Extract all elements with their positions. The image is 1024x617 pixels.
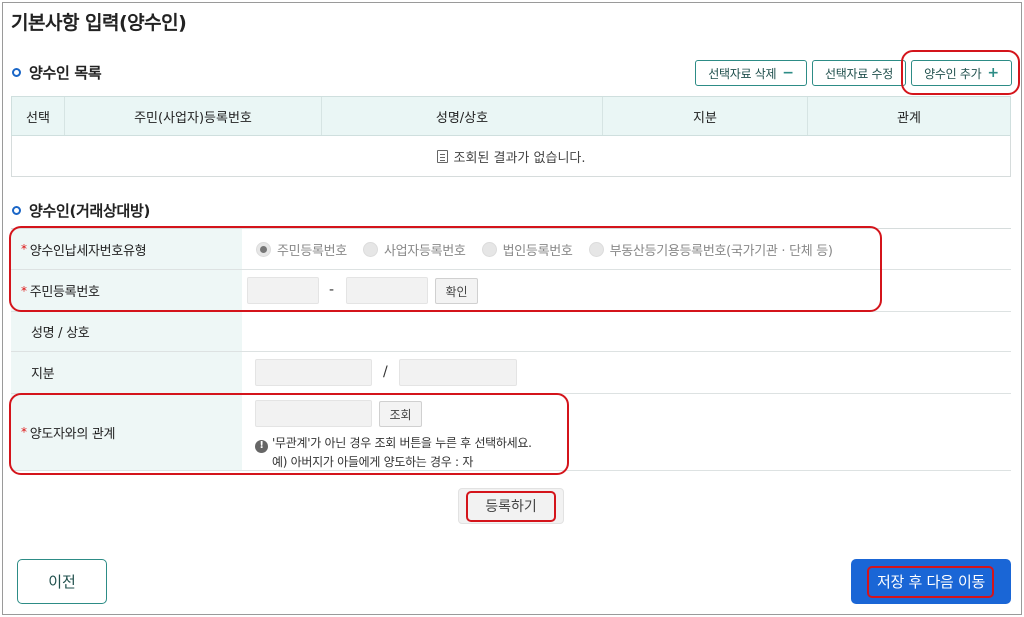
relation-label: * 양도자와의 관계 xyxy=(11,394,242,470)
id-separator: - xyxy=(329,282,335,298)
radio-business[interactable]: 사업자등록번호 xyxy=(362,240,466,259)
relation-row: * 양도자와의 관계 조회 ! '무관계'가 아닌 경우 조회 버튼을 누른 후 … xyxy=(11,394,1011,471)
radio-resident[interactable]: 주민등록번호 xyxy=(256,240,347,259)
relation-notice: ! '무관계'가 아닌 경우 조회 버튼을 누른 후 선택하세요. 예) 아버지가… xyxy=(255,434,532,471)
type-label: * 양수인납세자번호유형 xyxy=(11,229,242,269)
form-section-title: 양수인(거래상대방) xyxy=(12,200,150,221)
relation-search-button[interactable]: 조회 xyxy=(379,401,422,427)
section-bullet-icon xyxy=(12,206,21,215)
page-title: 기본사항 입력(양수인) xyxy=(11,12,187,34)
delete-selected-button[interactable]: 선택자료 삭제 − xyxy=(695,60,807,86)
name-label: 성명 / 상호 xyxy=(11,312,242,351)
column-header-name[interactable]: 성명/상호 xyxy=(322,97,603,135)
name-row: 성명 / 상호 xyxy=(11,312,1011,352)
radio-real-estate[interactable]: 부동산등기용등록번호(국가기관 · 단체 등) xyxy=(588,240,833,259)
prev-button[interactable]: 이전 xyxy=(17,559,107,604)
list-section-label: 양수인 목록 xyxy=(29,64,102,82)
notice-line-1: '무관계'가 아닌 경우 조회 버튼을 누른 후 선택하세요. xyxy=(272,436,532,450)
empty-message: 조회된 결과가 없습니다. xyxy=(453,150,586,166)
share-label: 지분 xyxy=(11,352,242,393)
list-empty-row: 조회된 결과가 없습니다. xyxy=(11,136,1011,177)
minus-icon: − xyxy=(782,65,794,81)
save-next-button[interactable]: 저장 후 다음 이동 xyxy=(851,559,1011,604)
radio-dot-selected xyxy=(256,241,271,257)
delete-selected-label: 선택자료 삭제 xyxy=(708,66,777,81)
share-inputs: / xyxy=(242,352,1011,393)
required-mark: * xyxy=(21,242,27,256)
share-denominator-input[interactable] xyxy=(399,359,517,386)
add-transferee-button[interactable]: 양수인 추가 + xyxy=(911,60,1012,86)
share-row: 지분 / xyxy=(11,352,1011,394)
list-section-title: 양수인 목록 xyxy=(12,62,102,83)
edit-selected-label: 선택자료 수정 xyxy=(825,66,893,81)
name-value xyxy=(242,312,1011,351)
share-numerator-input[interactable] xyxy=(255,359,372,386)
transferee-form: * 양수인납세자번호유형 주민등록번호 사업자등록번호 법인등록번호 부동산등기… xyxy=(11,228,1011,471)
column-header-relation[interactable]: 관계 xyxy=(808,97,1010,135)
required-mark: * xyxy=(21,425,27,439)
column-header-id[interactable]: 주민(사업자)등록번호 xyxy=(65,97,322,135)
plus-icon: + xyxy=(987,65,999,81)
id-front-input[interactable] xyxy=(247,277,319,304)
list-table-header: 선택 주민(사업자)등록번호 성명/상호 지분 관계 xyxy=(11,96,1011,136)
share-separator: / xyxy=(383,364,388,380)
id-back-input[interactable] xyxy=(346,277,428,304)
radio-dot xyxy=(588,241,604,257)
column-header-select[interactable]: 선택 xyxy=(12,97,65,135)
form-section-label: 양수인(거래상대방) xyxy=(29,202,151,220)
radio-dot xyxy=(481,241,497,257)
type-options: 주민등록번호 사업자등록번호 법인등록번호 부동산등기용등록번호(국가기관 · … xyxy=(242,229,1011,269)
radio-dot xyxy=(362,241,378,257)
register-button[interactable]: 등록하기 xyxy=(458,488,564,524)
add-transferee-label: 양수인 추가 xyxy=(924,66,982,81)
notice-line-2: 예) 아버지가 아들에게 양도하는 경우 : 자 xyxy=(272,454,474,469)
radio-corporate[interactable]: 법인등록번호 xyxy=(481,240,573,259)
column-header-share[interactable]: 지분 xyxy=(603,97,808,135)
relation-inputs: 조회 ! '무관계'가 아닌 경우 조회 버튼을 누른 후 선택하세요. 예) 아… xyxy=(242,394,1011,470)
document-icon xyxy=(436,149,448,163)
info-icon: ! xyxy=(255,439,268,453)
id-label: * 주민등록번호 xyxy=(11,270,242,311)
id-row: * 주민등록번호 - 확인 xyxy=(11,270,1011,312)
confirm-button[interactable]: 확인 xyxy=(435,278,478,304)
edit-selected-button[interactable]: 선택자료 수정 xyxy=(812,60,906,86)
id-inputs: - 확인 xyxy=(242,270,1011,311)
type-row: * 양수인납세자번호유형 주민등록번호 사업자등록번호 법인등록번호 부동산등기… xyxy=(11,229,1011,270)
section-bullet-icon xyxy=(12,68,21,77)
relation-input[interactable] xyxy=(255,400,372,427)
required-mark: * xyxy=(21,283,27,298)
